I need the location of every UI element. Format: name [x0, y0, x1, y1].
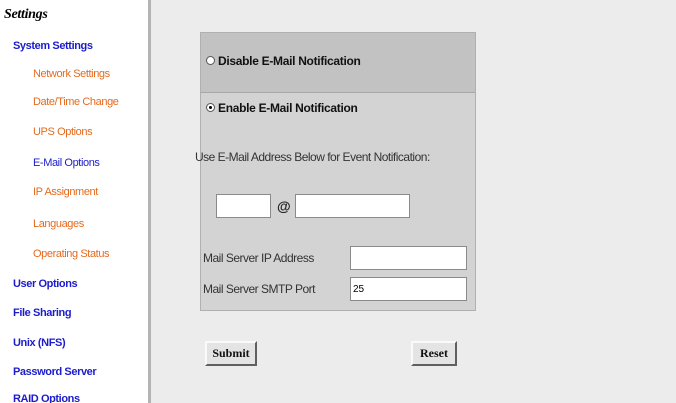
email-notification-panel: Disable E-Mail Notification Enable E-Mai… — [195, 32, 476, 311]
sidebar-item-system-settings[interactable]: System Settings — [13, 40, 93, 52]
email-domain-input[interactable] — [295, 194, 410, 218]
email-instruction-text: Use E-Mail Address Below for Event Notif… — [195, 150, 430, 164]
enable-email-label: Enable E-Mail Notification — [218, 101, 358, 115]
sidebar-item-network-settings[interactable]: Network Settings — [33, 68, 110, 80]
sidebar-item-ip-assignment[interactable]: IP Assignment — [33, 186, 98, 198]
reset-button[interactable]: Reset — [411, 341, 457, 366]
sidebar-item-email-options[interactable]: E-Mail Options — [33, 157, 100, 169]
sidebar-item-operating-status[interactable]: Operating Status — [33, 248, 110, 260]
disable-option-row: Disable E-Mail Notification — [201, 33, 475, 93]
sidebar-item-raid-options[interactable]: RAID Options — [13, 393, 80, 403]
settings-sidebar: Settings System Settings Network Setting… — [0, 0, 148, 403]
sidebar-item-ups-options[interactable]: UPS Options — [33, 126, 93, 138]
enable-radio[interactable] — [206, 103, 215, 113]
mail-server-ip-label: Mail Server IP Address — [203, 251, 314, 265]
disable-email-option[interactable]: Disable E-Mail Notification — [206, 54, 361, 68]
at-symbol: @ — [277, 198, 291, 214]
sidebar-item-file-sharing[interactable]: File Sharing — [13, 307, 72, 319]
submit-button[interactable]: Submit — [205, 341, 257, 366]
sidebar-item-languages[interactable]: Languages — [33, 218, 84, 230]
smtp-port-input[interactable] — [350, 277, 467, 301]
sidebar-title: Settings — [4, 7, 48, 22]
sidebar-item-password-server[interactable]: Password Server — [13, 366, 97, 378]
sidebar-item-unix-nfs[interactable]: Unix (NFS) — [13, 337, 66, 349]
sidebar-item-user-options[interactable]: User Options — [13, 278, 78, 290]
mail-server-ip-input[interactable] — [350, 246, 467, 270]
sidebar-item-date-time-change[interactable]: Date/Time Change — [33, 96, 119, 108]
disable-email-label: Disable E-Mail Notification — [218, 54, 361, 68]
email-user-input[interactable] — [216, 194, 271, 218]
enable-email-option[interactable]: Enable E-Mail Notification — [206, 101, 358, 115]
smtp-port-label: Mail Server SMTP Port — [203, 282, 315, 296]
sidebar-divider — [148, 0, 151, 403]
disable-radio[interactable] — [206, 56, 215, 66]
